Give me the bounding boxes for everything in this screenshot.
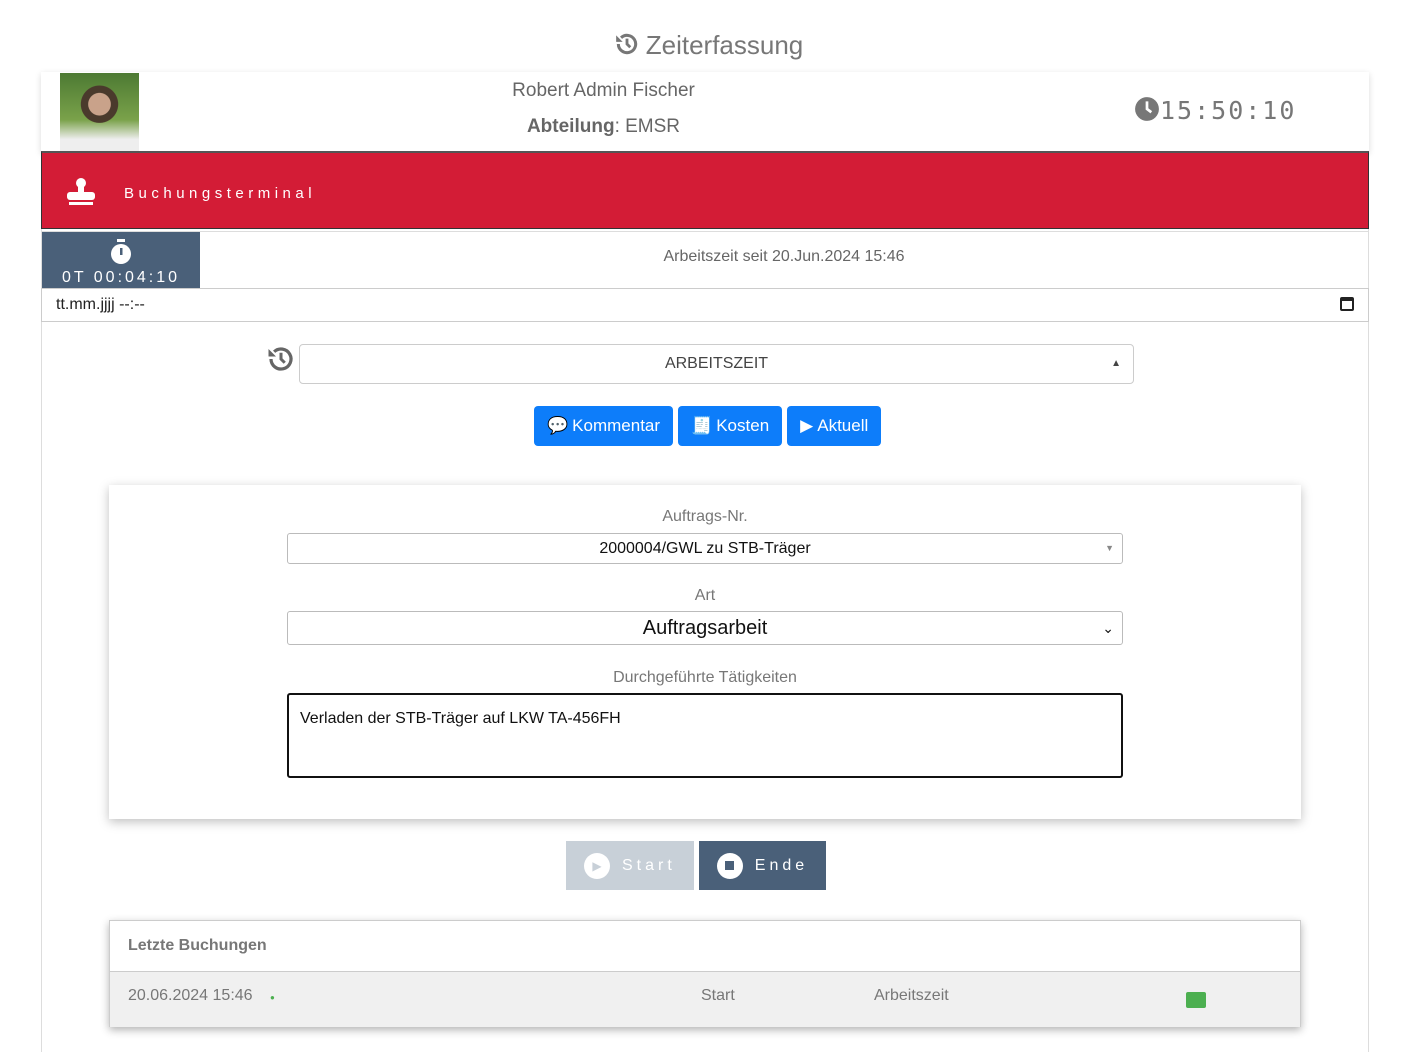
datetime-input[interactable]: tt.mm.jjjj --:-- — [41, 288, 1369, 322]
department: Abteilung: EMSR — [526, 116, 681, 137]
history-icon — [615, 33, 637, 55]
start-button[interactable]: ▶ Start — [566, 841, 694, 890]
costs-button[interactable]: 🧾 Kosten — [678, 406, 783, 446]
order-select[interactable]: 2000004/GWL zu STB-Träger ▼ — [287, 533, 1123, 564]
user-name: Robert Admin Fischer — [512, 80, 695, 101]
status-dot-icon: ● — [270, 993, 275, 1002]
play-circle-icon: ▶ — [800, 416, 814, 435]
play-circle-icon: ▶ — [584, 852, 610, 879]
type-label: Art — [694, 587, 716, 604]
work-since: Arbeitszeit seit 20.Jun.2024 15:46 — [663, 248, 905, 265]
history-icon[interactable] — [266, 344, 296, 374]
recent-bookings: Letzte Buchungen 20.06.2024 15:46 ● Star… — [109, 920, 1301, 1027]
type-select[interactable]: Auftragsarbeit ⌄ — [287, 611, 1123, 645]
order-label: Auftrags-Nr. — [662, 508, 748, 525]
clock: 15:50:10 — [1134, 96, 1296, 125]
dropdown-icon: ▼ — [1105, 543, 1114, 553]
terminal-banner: Buchungsterminal — [41, 151, 1369, 229]
activities-label: Durchgeführte Tätigkeiten — [613, 669, 797, 686]
select-arrows-icon: ▲ — [1111, 358, 1121, 369]
invoice-icon: 🧾 — [691, 416, 713, 435]
status-bar: 0T 00:04:10 Arbeitszeit seit 20.Jun.2024… — [41, 231, 1369, 289]
end-button[interactable]: Ende — [698, 841, 827, 890]
stamp-icon — [67, 178, 95, 205]
booking-form: Auftrags-Nr. 2000004/GWL zu STB-Träger ▼ … — [109, 485, 1301, 819]
comment-button[interactable]: 💬 Kommentar — [534, 406, 674, 446]
clock-icon — [1135, 97, 1159, 121]
table-row: 20.06.2024 15:46 ● Start Arbeitszeit — [110, 971, 1300, 1027]
chevron-down-icon: ⌄ — [1102, 620, 1114, 636]
mode-select[interactable]: ARBEITSZEIT ▲ — [299, 344, 1134, 384]
calendar-icon[interactable] — [1340, 297, 1354, 311]
user-header: Robert Admin Fischer Abteilung: EMSR 15:… — [41, 72, 1369, 152]
stopwatch-icon — [111, 239, 131, 264]
avatar — [60, 73, 139, 151]
stop-circle-icon — [716, 852, 743, 879]
activities-textarea[interactable]: Verladen der STB-Träger auf LKW TA-456FH — [287, 693, 1123, 778]
comment-icon: 💬 — [547, 416, 569, 435]
toolbox-icon — [1186, 992, 1206, 1008]
page-title: Zeiterfassung — [0, 30, 1417, 61]
work-timer: 0T 00:04:10 — [42, 232, 200, 289]
current-button[interactable]: ▶ Aktuell — [787, 406, 882, 446]
